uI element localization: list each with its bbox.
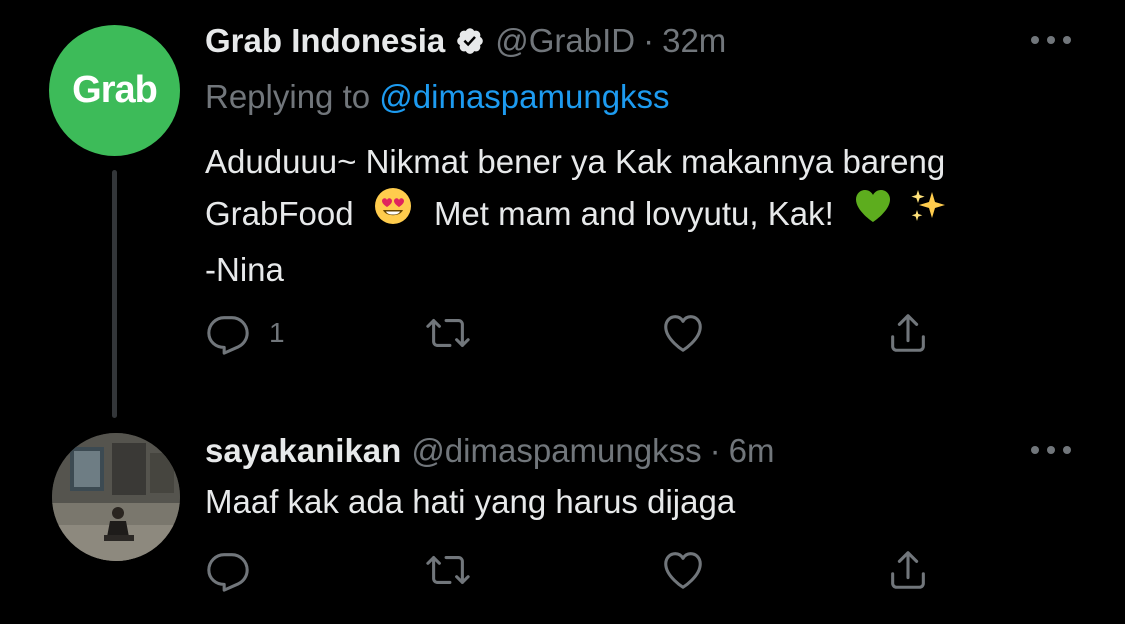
timestamp[interactable]: 32m: [662, 22, 726, 60]
tweet-text-segment: GrabFood: [205, 195, 354, 232]
avatar-photo: [52, 433, 180, 561]
tweet-text-line: -Nina: [205, 250, 284, 288]
verified-badge-icon: [455, 26, 485, 56]
more-options-icon[interactable]: [1031, 30, 1071, 50]
green-heart-emoji: [853, 186, 893, 241]
more-options-icon[interactable]: [1031, 440, 1071, 460]
separator: ·: [643, 22, 655, 59]
retweet-icon: [426, 319, 470, 347]
tweet-header: Grab Indonesia @GrabID · 32m: [205, 22, 726, 60]
tweet-header: sayakanikan @dimaspamungkss · 6m: [205, 432, 774, 470]
replying-to: Replying to @dimaspamungkss: [205, 78, 670, 116]
tweet-text-line: Maaf kak ada hati yang harus dijaga: [205, 483, 736, 520]
share-button[interactable]: [885, 547, 931, 593]
thread-line: [112, 170, 117, 418]
retweet-button[interactable]: [425, 547, 471, 593]
sparkles-emoji: [908, 186, 948, 241]
avatar[interactable]: [52, 433, 180, 561]
reply-count: 1: [269, 317, 285, 348]
like-button[interactable]: [660, 547, 706, 593]
tweet-text-line: Aduduuu~ Nikmat bener ya Kak makannya ba…: [205, 143, 946, 180]
avatar[interactable]: Grab: [49, 25, 180, 156]
user-handle[interactable]: @dimaspamungkss: [411, 432, 701, 470]
like-icon: [664, 315, 702, 352]
tweet-grab-indonesia[interactable]: Grab Grab Indonesia @GrabID · 32m Replyi…: [0, 0, 1125, 420]
display-name[interactable]: Grab Indonesia: [205, 22, 445, 60]
share-icon: [891, 314, 925, 352]
like-button[interactable]: [660, 310, 706, 356]
tweet-text: Aduduuu~ Nikmat bener ya Kak makannya ba…: [205, 136, 948, 296]
tweet-actions: 1: [205, 310, 945, 360]
share-button[interactable]: [885, 310, 931, 356]
like-icon: [664, 552, 702, 589]
retweet-icon: [426, 556, 470, 584]
share-icon: [891, 551, 925, 589]
tweet-text: Maaf kak ada hati yang harus dijaga: [205, 476, 735, 528]
timestamp[interactable]: 6m: [729, 432, 775, 470]
reply-icon: [207, 553, 249, 592]
tweet-actions: [205, 547, 945, 597]
replying-to-label: Replying to: [205, 78, 371, 115]
reply-button[interactable]: 1: [205, 310, 285, 356]
display-name[interactable]: sayakanikan: [205, 432, 401, 470]
separator: ·: [709, 432, 721, 469]
grab-logo: Grab: [72, 69, 158, 111]
reply-icon: [207, 316, 249, 355]
heart-eyes-emoji: [373, 186, 413, 241]
reply-button[interactable]: [205, 547, 251, 593]
tweet-text-line: GrabFood Met mam and lovyutu, Kak!: [205, 186, 948, 244]
replying-to-mention[interactable]: @dimaspamungkss: [379, 78, 669, 115]
retweet-button[interactable]: [425, 310, 471, 356]
user-handle[interactable]: @GrabID: [495, 22, 635, 60]
tweet-text-segment: Met mam and lovyutu, Kak!: [433, 195, 834, 232]
